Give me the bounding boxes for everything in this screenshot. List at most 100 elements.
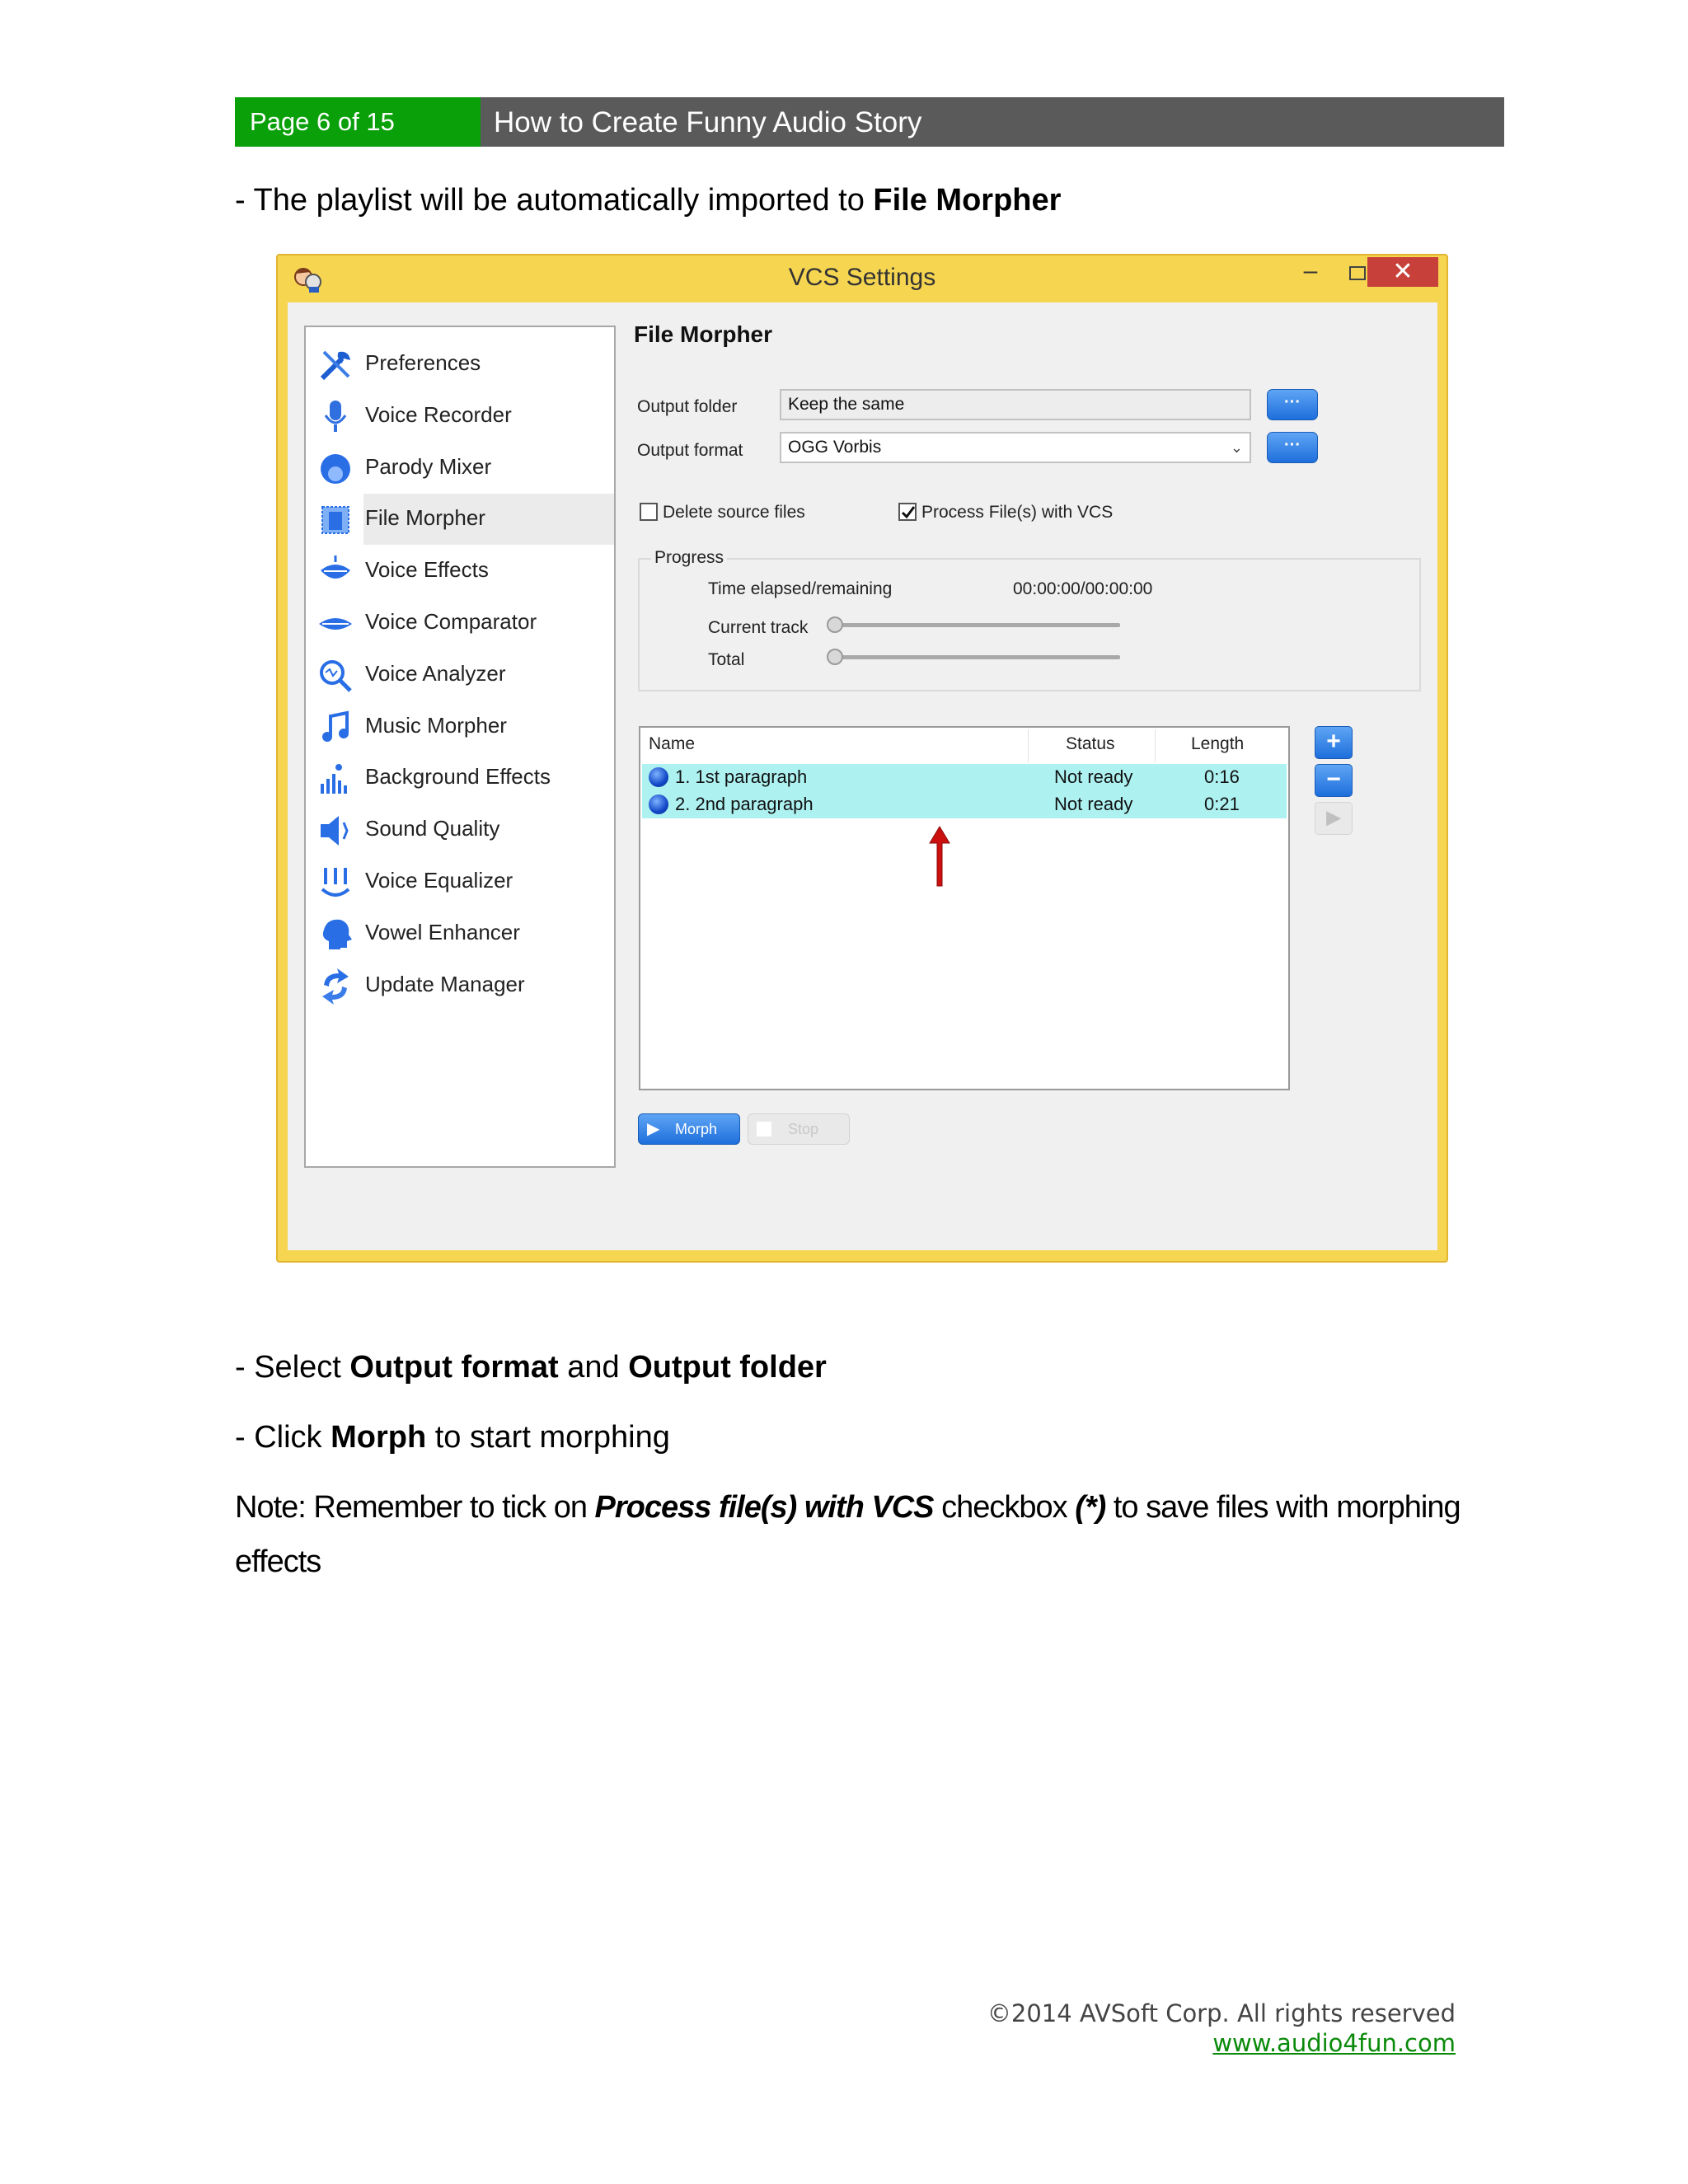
morph-button[interactable]: ▶ Morph [638,1113,740,1145]
sidebar-item-file-morpher[interactable]: File Morpher [306,494,614,546]
stop-icon [757,1122,771,1137]
speaker-icon [317,813,354,849]
remove-file-button[interactable]: − [1315,764,1353,797]
sidebar-item-voice-analyzer[interactable]: Voice Analyzer [306,649,614,701]
sidebar-item-voice-recorder[interactable]: Voice Recorder [306,391,614,442]
face-icon [317,451,354,487]
microphone-icon [317,399,354,435]
audio-file-icon [649,767,668,787]
equalizer-icon [317,865,354,901]
sidebar-item-parody-mixer[interactable]: Parody Mixer [306,443,614,494]
panel-title: File Morpher [634,321,773,347]
sidebar-item-voice-equalizer[interactable]: Voice Equalizer [306,856,614,907]
output-folder-label: Output folder [637,397,738,416]
website-link[interactable]: www.audio4fun.com [1212,2029,1456,2057]
play-icon: ▶ [647,1120,660,1138]
column-header-name[interactable]: Name [649,734,695,754]
play-file-button[interactable]: ▶ [1315,802,1353,835]
lips-icon [317,554,354,590]
current-track-slider-thumb[interactable] [827,616,843,633]
sidebar-item-label: Voice Comparator [365,609,537,634]
stop-button[interactable]: Stop [748,1113,850,1145]
sidebar-item-music-morpher[interactable]: Music Morpher [306,701,614,752]
file-morpher-icon [317,502,354,538]
sidebar-item-vowel-enhancer[interactable]: Vowel Enhancer [306,908,614,959]
list-row[interactable]: 2. 2nd paragraph Not ready 0:21 [642,791,1287,818]
close-button[interactable]: ✕ [1367,257,1438,287]
equalizer-bars-icon [317,761,354,797]
sidebar-item-label: Music Morpher [365,712,507,738]
sidebar-item-label: Voice Effects [365,557,489,583]
note-text: Note: Remember to tick on [235,1490,595,1525]
sidebar-item-voice-comparator[interactable]: Voice Comparator [306,598,614,649]
time-elapsed-label: Time elapsed/remaining [708,579,893,598]
column-separator [1155,729,1156,762]
sidebar-item-label: Parody Mixer [365,453,492,479]
magnifier-icon [317,658,354,694]
column-header-length[interactable]: Length [1191,734,1244,754]
audio-file-icon [649,794,668,814]
instruction-text: - Click [235,1420,331,1455]
instruction-bold: Morph [331,1420,427,1455]
output-folder-field[interactable]: Keep the same [780,389,1251,420]
column-header-status[interactable]: Status [1066,734,1115,754]
document-title: How to Create Funny Audio Story [481,97,1504,147]
instruction-text: - Select [235,1350,350,1385]
instruction-bold: Output format [349,1350,559,1385]
column-separator [1028,729,1029,762]
row-name: 2. 2nd paragraph [675,794,814,814]
time-elapsed-value: 00:00:00/00:00:00 [1013,579,1153,598]
window-title: VCS Settings [788,264,936,291]
intro-paragraph: - The playlist will be automatically imp… [235,183,1061,218]
sidebar-item-label: Update Manager [365,971,525,996]
checkmark-icon [901,506,916,519]
intro-text: - The playlist will be automatically imp… [235,183,874,218]
process-vcs-label: Process File(s) with VCS [921,503,1114,522]
list-row[interactable]: 1. 1st paragraph Not ready 0:16 [642,764,1287,791]
red-arrow-icon [929,826,950,887]
output-format-value: OGG Vorbis [788,438,882,457]
window-client-area: Preferences Voice Recorder Parody Mixer Fil… [288,302,1437,1250]
instruction-bold: Output folder [628,1350,827,1385]
row-status: Not ready [1054,766,1133,787]
sidebar-item-voice-effects[interactable]: Voice Effects [306,546,614,597]
total-label: Total [708,650,745,669]
vcs-settings-window: VCS Settings – ✕ Preferences Voice Record… [276,254,1448,1263]
sidebar-item-sound-quality[interactable]: Sound Quality [306,804,614,855]
sidebar-item-label: File Morpher [365,505,485,531]
progress-group-label: Progress [651,548,728,568]
sidebar-item-label: Preferences [365,350,481,375]
total-slider-thumb[interactable] [827,649,843,665]
note-paragraph: Note: Remember to tick on Process file(s… [235,1490,1461,1526]
output-format-select[interactable]: OGG Vorbis ⌄ [780,432,1251,463]
copyright-text: ©2014 AVSoft Corp. All rights reserved [987,1999,1456,2027]
row-status: Not ready [1054,794,1133,814]
delete-source-label: Delete source files [663,503,805,522]
row-length: 0:16 [1204,766,1240,787]
output-folder-browse-button[interactable]: ··· [1267,389,1318,420]
total-slider[interactable] [832,655,1120,659]
sidebar-item-preferences[interactable]: Preferences [306,339,614,390]
file-list[interactable]: Name Status Length 1. 1st paragraph Not … [639,726,1290,1090]
intro-bold: File Morpher [873,183,1062,218]
settings-sidebar: Preferences Voice Recorder Parody Mixer Fil… [304,326,616,1168]
delete-source-checkbox[interactable] [640,503,658,521]
lips-compare-icon [317,606,354,642]
output-format-label: Output format [637,441,743,460]
minimize-button[interactable]: – [1290,259,1331,288]
row-length: 0:21 [1204,794,1240,814]
sidebar-item-background-effects[interactable]: Background Effects [306,752,614,804]
morph-button-label: Morph [675,1121,718,1137]
current-track-slider[interactable] [832,623,1120,627]
note-emphasis: Process file(s) with VCS [594,1490,935,1525]
add-file-button[interactable]: + [1315,726,1353,759]
music-note-icon [317,710,354,746]
instruction-text: to start morphing [426,1420,670,1455]
head-profile-icon [317,916,354,953]
instruction-text: and [558,1350,629,1385]
sidebar-item-update-manager[interactable]: Update Manager [306,960,614,1011]
output-format-settings-button[interactable]: ··· [1267,432,1318,463]
process-vcs-checkbox[interactable] [898,503,917,521]
instruction-select: - Select Output format and Output folder [235,1350,827,1385]
current-track-label: Current track [708,618,809,637]
